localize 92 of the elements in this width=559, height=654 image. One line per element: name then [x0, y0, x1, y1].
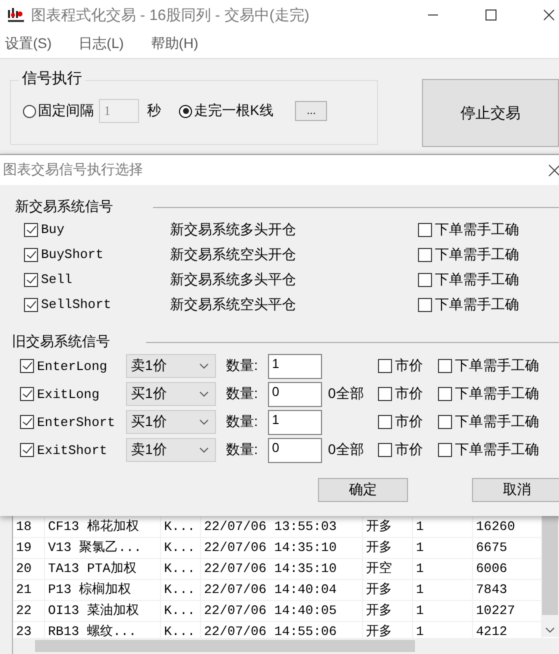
signal-checkbox[interactable]: SellShort: [24, 297, 170, 312]
table-cell: K...: [161, 580, 201, 600]
confirm-checkbox[interactable]: 下单需手工确: [438, 357, 539, 375]
table-cell: 22/07/06 14:35:10: [201, 538, 363, 558]
app-icon: [7, 6, 25, 24]
signal-checkbox[interactable]: BuyShort: [24, 247, 170, 262]
confirm-checkbox[interactable]: 下单需手工确: [418, 246, 519, 264]
window-title: 图表程式化交易 - 16股同列 - 交易中(走完): [31, 6, 310, 24]
confirm-checkbox[interactable]: 下单需手工确: [438, 413, 539, 431]
confirm-checkbox[interactable]: 下单需手工确: [438, 385, 539, 403]
signal-checkbox[interactable]: ExitShort: [20, 442, 126, 458]
cancel-button[interactable]: 取消: [472, 478, 559, 502]
signal-checkbox[interactable]: EnterShort: [20, 414, 126, 430]
signal-description: 新交易系统空头开仓: [170, 246, 297, 264]
signal-description: 新交易系统多头开仓: [170, 220, 297, 238]
table-cell: 开空: [363, 559, 413, 579]
table-cell: 19: [13, 538, 45, 558]
menu-item[interactable]: 帮助(H): [150, 35, 198, 53]
market-price-checkbox[interactable]: 市价: [378, 441, 438, 459]
table-cell: 1: [413, 517, 473, 537]
table-cell: V13 聚氯乙...: [45, 538, 161, 558]
close-icon[interactable]: [543, 9, 555, 21]
table-cell: K...: [161, 517, 201, 537]
confirm-checkbox[interactable]: 下单需手工确: [418, 296, 519, 314]
quantity-field[interactable]: 0: [268, 382, 322, 406]
ok-button[interactable]: 确定: [318, 478, 408, 502]
table-cell: 1: [413, 580, 473, 600]
table-cell: K...: [161, 601, 201, 621]
table-cell: 22/07/06 14:40:05: [201, 601, 363, 621]
quantity-label: 数量:: [226, 385, 259, 403]
unit-label: 秒: [147, 102, 161, 120]
quantity-field[interactable]: 0: [268, 438, 322, 462]
confirm-checkbox[interactable]: 下单需手工确: [438, 441, 539, 459]
radio-button[interactable]: [179, 104, 192, 118]
quantity-label: 数量:: [226, 357, 259, 375]
scroll-down-icon[interactable]: [545, 626, 555, 634]
quantity-field[interactable]: 1: [268, 354, 322, 378]
confirm-checkbox[interactable]: 下单需手工确: [418, 220, 519, 238]
table-cell: TA13 PTA加权: [45, 559, 161, 579]
price-dropdown[interactable]: 买1价: [126, 382, 216, 406]
vertical-scrollbar[interactable]: [541, 515, 559, 637]
maximize-icon[interactable]: [485, 9, 497, 21]
quantity-label: 数量:: [226, 413, 259, 431]
signal-description: 新交易系统空头平仓: [170, 296, 297, 314]
signal-checkbox[interactable]: Buy: [24, 222, 170, 237]
signal-description: 新交易系统多头平仓: [170, 270, 297, 288]
hint-text: 0全部: [328, 441, 364, 457]
table-cell: 22/07/06 14:35:10: [201, 559, 363, 579]
signal-checkbox[interactable]: Sell: [24, 272, 170, 287]
price-dropdown[interactable]: 买1价: [126, 410, 216, 434]
signal-checkbox[interactable]: EnterLong: [20, 358, 126, 374]
horizontal-scrollbar[interactable]: [13, 638, 559, 654]
confirm-checkbox[interactable]: 下单需手工确: [418, 270, 519, 288]
table-cell: 1: [413, 559, 473, 579]
close-icon[interactable]: [548, 164, 559, 177]
radio-label[interactable]: 固定间隔: [38, 102, 94, 120]
table-cell: K...: [161, 559, 201, 579]
table-cell: 开多: [363, 538, 413, 558]
table-cell: 开多: [363, 580, 413, 600]
table-cell: CF13 棉花加权: [45, 517, 161, 537]
quantity-label: 数量:: [226, 441, 259, 459]
hint-text: 0全部: [328, 385, 364, 401]
more-button[interactable]: ...: [295, 101, 328, 121]
price-dropdown[interactable]: 卖1价: [126, 438, 216, 462]
table-cell: 18: [13, 517, 45, 537]
radio-label[interactable]: 走完一根K线: [194, 102, 274, 120]
section-title: 旧交易系统信号: [12, 333, 110, 351]
table-cell: 开多: [363, 601, 413, 621]
price-dropdown[interactable]: 卖1价: [126, 354, 216, 378]
section-title: 新交易系统信号: [15, 198, 113, 216]
table-cell: 22/07/06 14:40:04: [201, 580, 363, 600]
table-cell: 22: [13, 601, 45, 621]
table-cell: 开多: [363, 517, 413, 537]
table-cell: 22/07/06 13:55:03: [201, 517, 363, 537]
table-cell: 1: [413, 538, 473, 558]
group-title: 信号执行: [19, 69, 85, 88]
table-cell: P13 棕榈加权: [45, 580, 161, 600]
menu-item[interactable]: 设置(S): [5, 35, 52, 53]
table-cell: OI13 菜油加权: [45, 601, 161, 621]
table-cell: 1: [413, 601, 473, 621]
market-price-checkbox[interactable]: 市价: [378, 385, 438, 403]
signal-checkbox[interactable]: ExitLong: [20, 386, 126, 402]
radio-button[interactable]: [23, 104, 36, 118]
market-price-checkbox[interactable]: 市价: [378, 357, 438, 375]
table-cell: 20: [13, 559, 45, 579]
quantity-field[interactable]: 1: [268, 410, 322, 434]
market-price-checkbox[interactable]: 市价: [378, 413, 438, 431]
menu-item[interactable]: 日志(L): [78, 35, 124, 53]
table-cell: K...: [161, 538, 201, 558]
table-cell: 21: [13, 580, 45, 600]
stop-trading-button[interactable]: 停止交易: [422, 79, 559, 147]
dialog-title: 图表交易信号执行选择: [3, 161, 143, 179]
